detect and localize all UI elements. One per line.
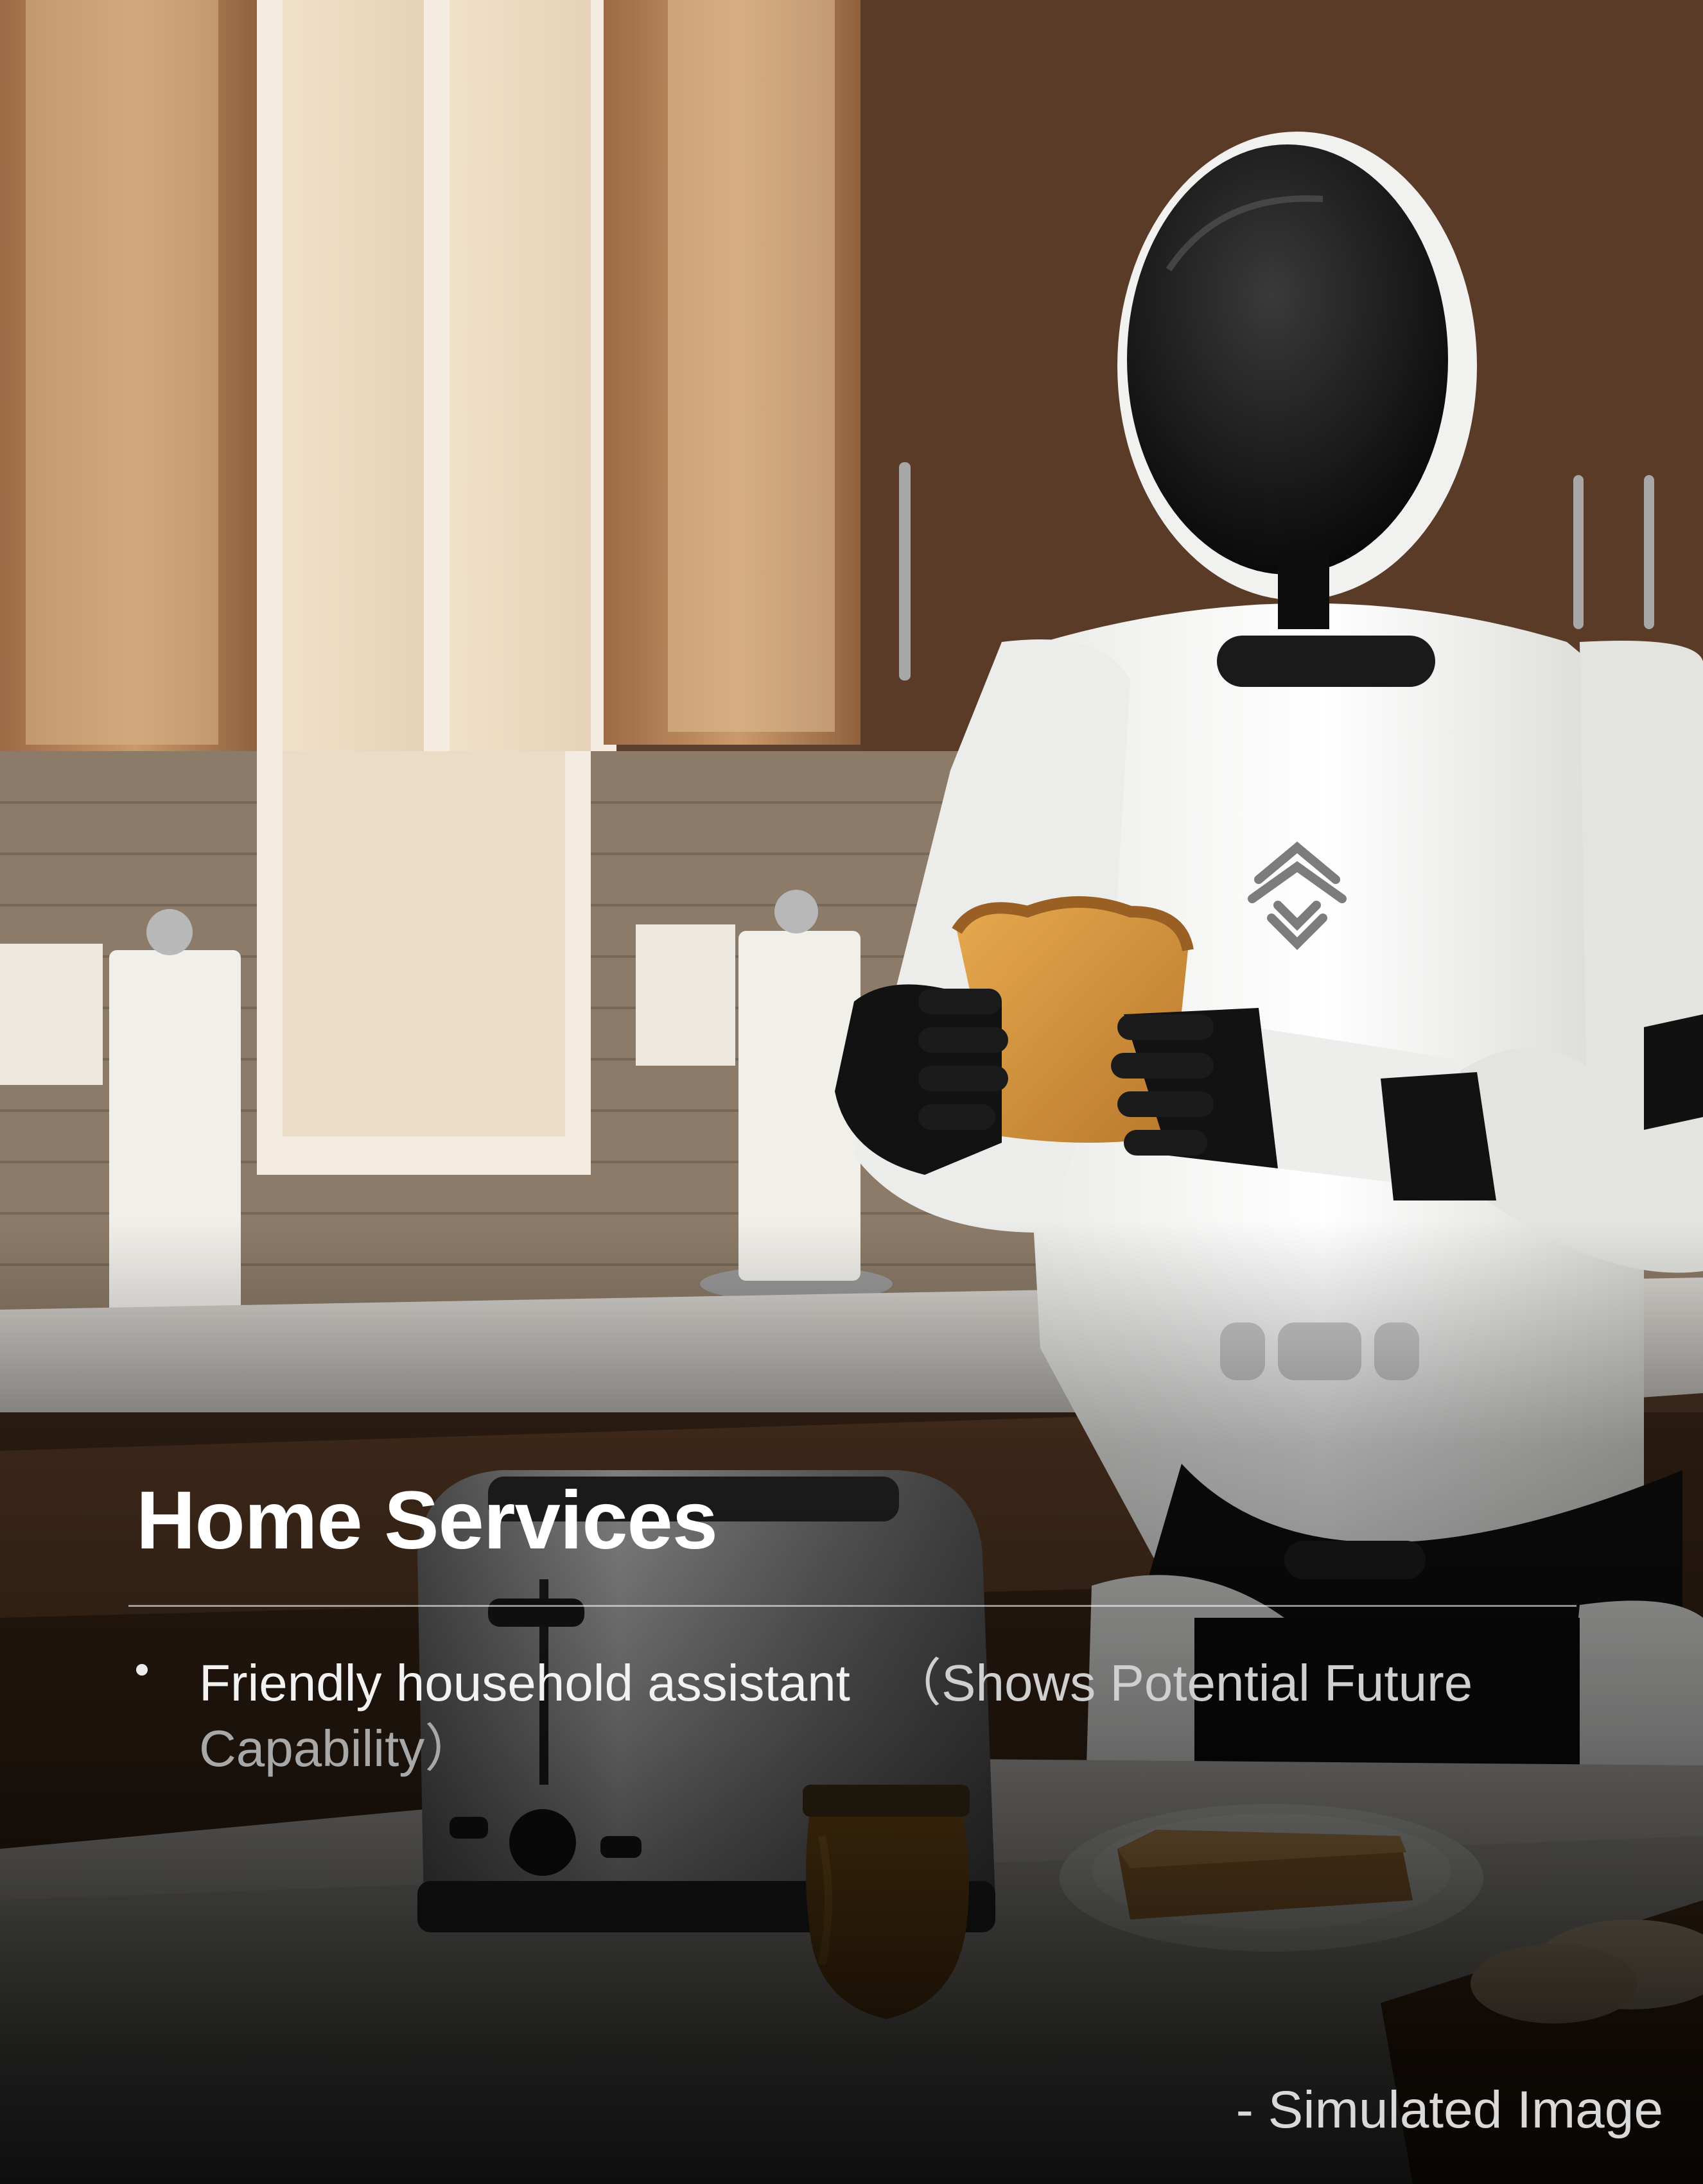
bullet-main-text: Friendly household assistant xyxy=(199,1654,850,1712)
bullet-note-continuation: Capability） xyxy=(199,1720,476,1777)
simulated-image-label: - Simulated Image xyxy=(1236,2081,1663,2139)
bullet-item: Friendly household assistant （Shows Pote… xyxy=(199,1651,1472,1715)
photo-scene: Home Services Friendly household assista… xyxy=(0,0,1703,2184)
bullet-note-text: （Shows Potential Future xyxy=(890,1654,1473,1712)
caption-gradient-overlay xyxy=(0,0,1703,2184)
title-divider xyxy=(128,1605,1576,1607)
bullet-icon xyxy=(136,1664,148,1676)
section-title: Home Services xyxy=(136,1475,718,1566)
